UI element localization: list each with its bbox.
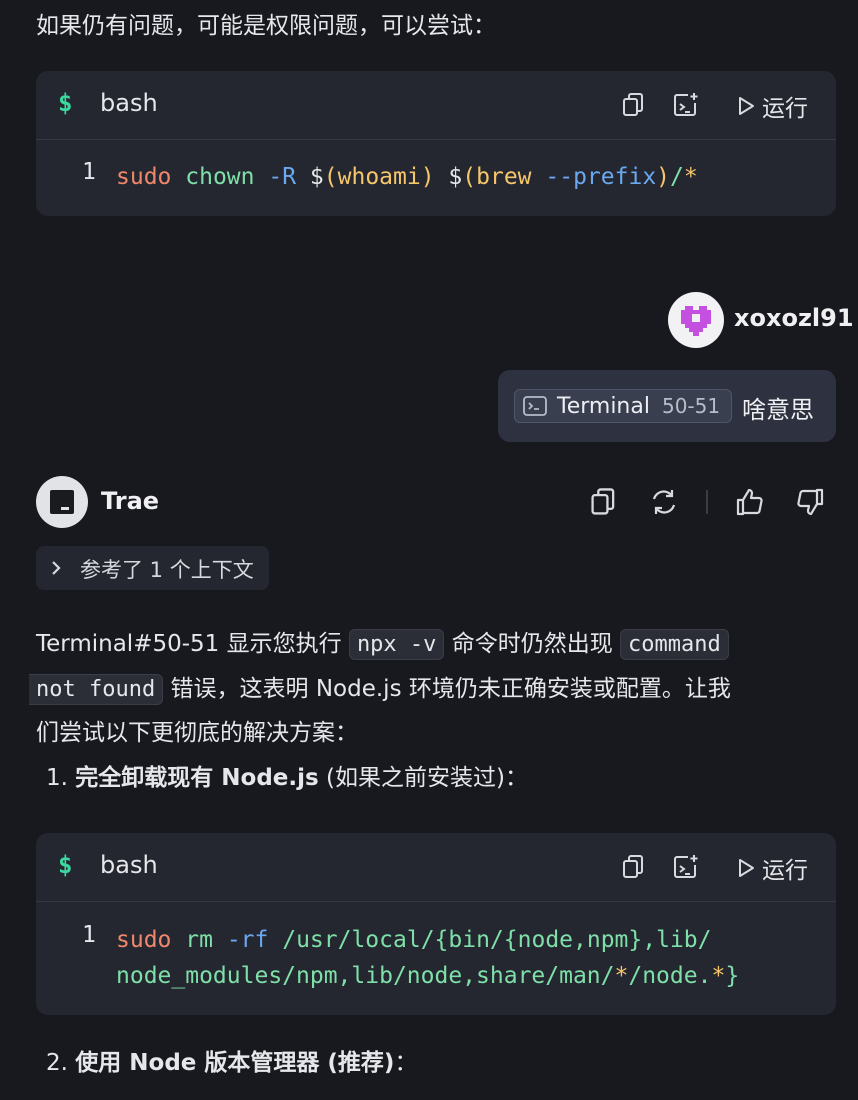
divider [706,490,708,514]
code-block-1: $ bash 运行 1 sudo chown -R $(whoami) $(br… [36,71,836,216]
code-token: chown [185,164,255,190]
run-label: 运行 [762,858,808,884]
code-token: } [725,963,740,989]
step-title: 完全卸载现有 Node.js [75,765,319,791]
code-token: ) [656,164,671,190]
code-line: sudo chown -R $(whoami) $(brew --prefix)… [116,159,698,195]
code-token: sudo [116,927,172,953]
code-token: ( [462,164,477,190]
code-block-2: $ bash 运行 1 sudo rm -rf /usr/local/{bin/… [36,833,836,1015]
line-number: 1 [82,159,96,185]
user-message-bubble: Terminal 50-51 啥意思 [498,370,836,442]
inline-code: command [620,629,729,660]
code-token: /usr/local/{bin/{node,npm},lib/ [282,927,712,953]
terminal-chip-icon [523,396,547,416]
code-language-label: bash [100,89,158,117]
code-token: ( [323,164,338,190]
paragraph-text: 命令时仍然出现 [451,631,613,657]
run-label: 运行 [762,96,808,122]
assistant-paragraph-line-2: not found 错误，这表明 Node.js 环境仍未正确安装或配置。让我 [29,667,836,712]
step-note: (如果之前安装过)： [326,765,528,791]
terminal-dollar-icon: $ [58,851,73,879]
insert-to-terminal-icon[interactable] [672,91,700,119]
code-token: $ [296,164,324,190]
copy-icon[interactable] [620,91,648,119]
run-button[interactable]: 运行 [736,851,808,885]
step-number: 2. [46,1050,68,1076]
code-language-label: bash [100,851,158,879]
context-reference-label: 参考了 1 个上下文 [80,558,254,582]
step-2: 2. 使用 Node 版本管理器 (推荐)： [46,1041,417,1085]
assistant-name: Trae [101,487,160,515]
chip-label: Terminal [557,393,650,419]
code-token: brew [476,164,532,190]
code-token: / [670,164,684,190]
code-token: * [614,963,629,989]
inline-code: not found [29,674,164,705]
code-line: sudo rm -rf /usr/local/{bin/{node,npm},l… [116,922,711,958]
chevron-right-icon [52,561,61,575]
code-token: ) [420,164,435,190]
step-note: ： [394,1050,418,1076]
code-block-header: $ bash 运行 [36,71,836,140]
step-number: 1. [46,765,68,791]
chip-range: 50-51 [661,394,721,418]
run-button[interactable]: 运行 [736,89,808,123]
code-token: /node. [628,963,712,989]
code-token: node_modules/npm,lib/node,share/man/ [116,963,615,989]
thumbs-up-icon[interactable] [734,486,766,518]
terminal-context-chip[interactable]: Terminal 50-51 [514,389,732,423]
assistant-avatar [36,476,88,528]
user-avatar [668,292,724,348]
code-token: sudo [116,164,172,190]
insert-to-terminal-icon[interactable] [672,853,700,881]
paragraph-text: Terminal#50-51 显示您执行 [36,631,342,657]
copy-icon[interactable] [588,486,620,518]
refresh-icon[interactable] [648,486,680,518]
code-block-header: $ bash 运行 [36,833,836,902]
terminal-dollar-icon: $ [58,89,73,117]
code-token: $ [434,164,463,190]
step-1: 1. 完全卸载现有 Node.js (如果之前安装过)： [46,756,528,800]
paragraph-text: 错误，这表明 Node.js 环境仍未正确安装或配置。让我 [170,676,731,702]
play-icon [739,859,754,877]
step-title: 使用 Node 版本管理器 (推荐) [75,1050,395,1076]
line-number: 1 [82,922,96,948]
code-token: --prefix [545,164,657,190]
code-token: -rf [226,927,269,953]
inline-code: npx -v [348,629,445,660]
assistant-paragraph-line-1: Terminal#50-51 显示您执行 npx -v 命令时仍然出现 comm… [36,622,836,667]
user-message-text: 啥意思 [742,396,814,424]
thumbs-down-icon[interactable] [794,486,826,518]
user-name: xoxozl91 [734,304,854,332]
code-token: -R [268,164,297,190]
code-token: rm [185,927,213,953]
code-token: * [683,164,698,190]
copy-icon[interactable] [620,853,648,881]
context-reference-toggle[interactable]: 参考了 1 个上下文 [36,546,269,590]
code-token: * [711,963,726,989]
intro-text: 如果仍有问题，可能是权限问题，可以尝试： [36,13,496,39]
play-icon [739,97,754,115]
code-line-continued: node_modules/npm,lib/node,share/man/*/no… [116,958,739,994]
code-token: whoami [337,164,421,190]
assistant-paragraph-line-3: 们尝试以下更彻底的解决方案： [36,720,358,746]
